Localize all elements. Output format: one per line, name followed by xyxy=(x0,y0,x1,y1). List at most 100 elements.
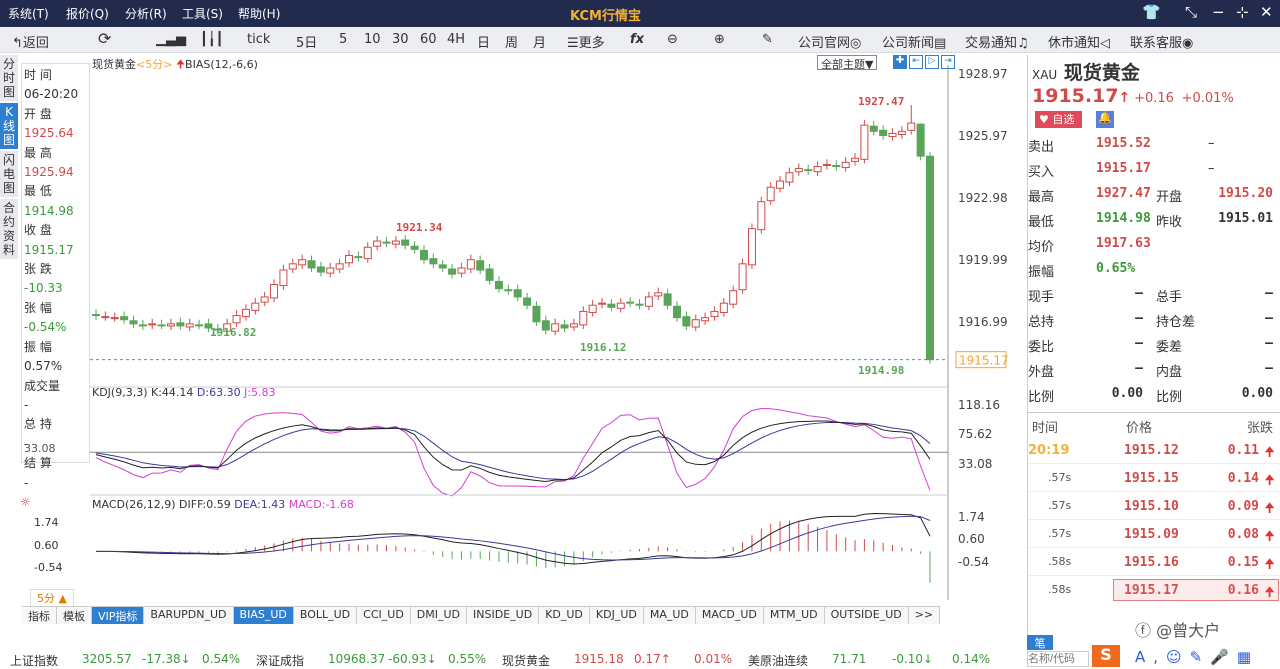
tab-flash[interactable]: 闪电图 xyxy=(0,151,18,197)
index-name[interactable]: 现货黄金 xyxy=(502,652,550,669)
ime-toolbar-icons[interactable]: A,☺✎🎤▦ xyxy=(1135,648,1259,666)
favorite-label: 自选 xyxy=(1052,113,1075,126)
period-tick[interactable]: tick xyxy=(247,32,270,47)
tab-contract-info[interactable]: 合约资料 xyxy=(0,199,18,259)
candlestick-icon[interactable]: ┃╽┃ xyxy=(200,32,223,47)
indicator-tab[interactable]: >> xyxy=(908,607,941,624)
restore-icon[interactable]: ⊹ xyxy=(1236,3,1249,21)
favorite-button[interactable]: ♥ 自选 xyxy=(1035,111,1082,128)
menu-quote[interactable]: 报价(Q) xyxy=(66,5,109,22)
price-tick: 1928.97 xyxy=(958,67,1008,81)
close-icon[interactable]: ✕ xyxy=(1260,3,1273,21)
minimize-icon[interactable]: − xyxy=(1212,3,1225,21)
candle-body xyxy=(166,323,175,327)
status-bar: 上证指数 3205.57 -17.38↓ 0.54% 深证成指 10968.37 -60.9… xyxy=(0,650,1025,669)
period-5[interactable]: 5 xyxy=(339,32,347,47)
indicator-tab[interactable]: MTM_UD xyxy=(763,607,825,624)
tick-header: 时间 xyxy=(1032,421,1059,436)
bidask-label: – xyxy=(1208,161,1215,176)
tick-change: 0.14 xyxy=(1227,471,1259,486)
indicator-tab[interactable]: MACD_UD xyxy=(695,607,764,624)
tab-timeshare[interactable]: 分时图 xyxy=(0,55,18,101)
info-value: -0.54% xyxy=(24,320,67,335)
search-input[interactable] xyxy=(1027,651,1089,667)
theme-select[interactable]: 全部主题▼ xyxy=(817,55,878,71)
indicator-tab[interactable]: CCI_UD xyxy=(357,607,411,624)
heart-icon: ♥ xyxy=(1039,113,1049,126)
zoom-out-icon[interactable]: ⊖ xyxy=(667,32,678,47)
index-name[interactable]: 深证成指 xyxy=(256,652,304,669)
indicator-tab[interactable]: BIAS_UD xyxy=(233,607,294,624)
menu-tools[interactable]: 工具(S) xyxy=(182,5,223,22)
skin-icon[interactable]: 👕 xyxy=(1142,3,1161,21)
indicator-tab[interactable]: KDJ_UD xyxy=(589,607,644,624)
link-holiday-notice[interactable]: 休市通知◁ xyxy=(1048,32,1110,51)
period-5d[interactable]: 5日 xyxy=(296,32,317,51)
toolbar: ↰返回 ⟳ ▁▃▅ ┃╽┃ tick 5日 5 10 30 60 4H 日 周 … xyxy=(0,27,1280,53)
info-value: 1914.98 xyxy=(24,203,74,218)
candle-body xyxy=(129,320,138,325)
link-company-site[interactable]: 公司官网◎ xyxy=(798,32,861,51)
period-4h[interactable]: 4H xyxy=(447,32,465,47)
link-customer-service[interactable]: 联系客服◉ xyxy=(1130,32,1193,51)
indicator-tab[interactable]: 模板 xyxy=(57,607,92,624)
tab-kline[interactable]: K线图 xyxy=(0,103,18,149)
period-day[interactable]: 日 xyxy=(477,32,490,51)
period-30[interactable]: 30 xyxy=(392,32,409,47)
candle-body xyxy=(345,255,354,264)
alert-bell-icon[interactable]: 🔔 xyxy=(1096,111,1114,128)
crosshair-icon[interactable]: ✚ xyxy=(893,55,907,69)
draw-pen-icon[interactable]: ✎ xyxy=(762,32,773,47)
link-label: 休市通知 xyxy=(1048,36,1101,51)
kdj-tick: 118.16 xyxy=(958,398,1000,412)
candle-body xyxy=(841,161,850,169)
vol-value: 0.00 xyxy=(1241,386,1273,401)
view-tabs: 分时图 K线图 闪电图 合约资料 xyxy=(0,55,19,261)
indicator-tab[interactable]: OUTSIDE_UD xyxy=(824,607,909,624)
indicator-tab[interactable]: KD_UD xyxy=(539,607,590,624)
pan-left-icon[interactable]: ⇤ xyxy=(909,55,923,69)
indicator-tab[interactable]: 指标 xyxy=(22,607,57,624)
info-label: 最 低 xyxy=(24,184,52,199)
indicator-tab[interactable]: MA_UD xyxy=(643,607,696,624)
shrink-icon[interactable]: ⤡ xyxy=(1185,3,1197,21)
indicator-tab[interactable]: BARUPDN_UD xyxy=(144,607,234,624)
refresh-icon[interactable]: ⟳ xyxy=(98,29,111,48)
more-button[interactable]: ☰更多 xyxy=(567,32,605,51)
indicator-tab[interactable]: DMI_UD xyxy=(410,607,468,624)
link-trade-notice[interactable]: 交易通知♫ xyxy=(965,32,1029,51)
zoom-in-icon[interactable]: ⊕ xyxy=(714,32,725,47)
indicator-chart-icon[interactable]: ▁▃▅ xyxy=(156,32,186,47)
period-60[interactable]: 60 xyxy=(420,32,437,47)
index-value: -0.10↓ xyxy=(892,652,934,666)
indicator-tab[interactable]: BOLL_UD xyxy=(293,607,358,624)
indicator-tab[interactable]: INSIDE_UD xyxy=(467,607,540,624)
formula-icon[interactable]: fx xyxy=(630,32,644,47)
bell-icon: ♫ xyxy=(1017,36,1029,51)
kline-chart[interactable]: 1928.97 1925.97 1922.98 1919.99 1916.99 1915.… xyxy=(90,55,1025,600)
sogou-ime-icon[interactable]: S xyxy=(1092,645,1120,667)
period-button[interactable]: 5分 ▲ xyxy=(30,589,74,607)
period-week[interactable]: 周 xyxy=(505,32,518,51)
jump-end-icon[interactable]: ⇥ xyxy=(941,55,955,69)
candle-body xyxy=(457,267,466,274)
candle-body xyxy=(907,122,916,131)
index-name[interactable]: 上证指数 xyxy=(10,652,58,669)
menu-help[interactable]: 帮助(H) xyxy=(238,5,280,22)
price-tick: 1922.98 xyxy=(958,191,1008,205)
link-company-news[interactable]: 公司新闻▤ xyxy=(882,32,946,51)
period-10[interactable]: 10 xyxy=(364,32,381,47)
menu-system[interactable]: 系统(T) xyxy=(8,5,49,22)
indicator-tab[interactable]: VIP指标 xyxy=(92,607,145,624)
index-name[interactable]: 美原油连续 xyxy=(748,652,808,669)
candle-body xyxy=(701,317,710,322)
settings-sun-icon[interactable]: ☼ xyxy=(20,495,31,509)
period-month[interactable]: 月 xyxy=(533,32,546,51)
play-icon[interactable]: ▷ xyxy=(925,55,939,69)
vol-value: – xyxy=(1265,336,1273,351)
back-button[interactable]: ↰返回 xyxy=(12,32,49,51)
candle-body xyxy=(185,323,194,328)
chart-svg[interactable]: 1928.97 1925.97 1922.98 1919.99 1916.99 1915.… xyxy=(90,55,1025,600)
menu-analysis[interactable]: 分析(R) xyxy=(125,5,167,22)
candle-body xyxy=(335,263,344,270)
